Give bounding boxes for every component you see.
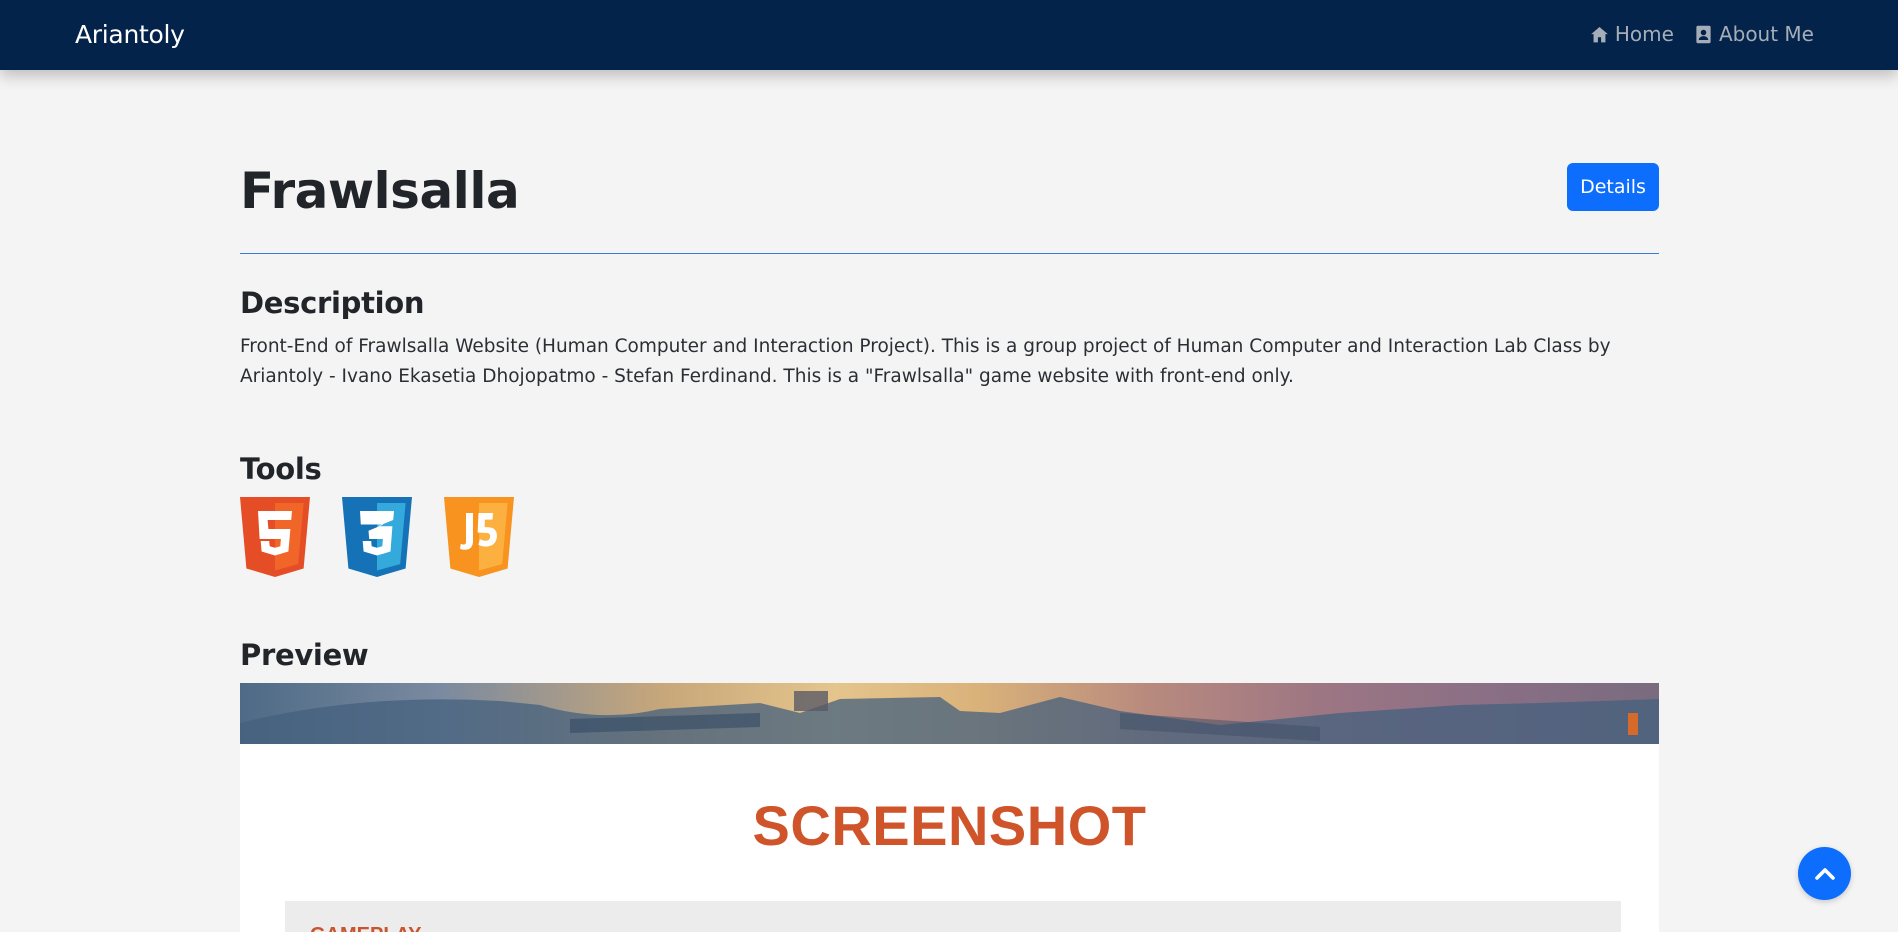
description-text: Front-End of Frawlsalla Website (Human C… [240, 336, 1611, 387]
project-detail-container: Frawlsalla Details Description Front-End… [240, 70, 1659, 932]
brand-link[interactable]: Ariantoly [75, 20, 185, 49]
preview-image: SCREENSHOT GAMEPLAY [240, 683, 1659, 932]
nav-links: Home About Me [1590, 22, 1814, 46]
title-row: Frawlsalla Details [240, 70, 1659, 255]
preview-heading: Preview [240, 638, 369, 672]
gameplay-section: GAMEPLAY [285, 901, 1621, 932]
nav-link-home-label: Home [1614, 22, 1674, 46]
banner-architecture-art [240, 691, 1659, 744]
title-divider [240, 253, 1659, 254]
html5-icon [240, 497, 310, 577]
tools-heading: Tools [240, 452, 322, 486]
nav-link-home[interactable]: Home [1590, 22, 1674, 46]
preview-banner-image [240, 683, 1659, 744]
top-navbar: Ariantoly Home About Me [0, 0, 1898, 70]
page-title: Frawlsalla [240, 162, 520, 220]
screenshot-title: SCREENSHOT [752, 794, 1147, 857]
details-button[interactable]: Details [1567, 163, 1659, 211]
user-card-icon [1696, 25, 1711, 43]
javascript-icon [444, 497, 514, 577]
description-heading: Description [240, 286, 425, 320]
nav-link-about-me-label: About Me [1718, 22, 1814, 46]
css3-icon [342, 497, 412, 577]
chevron-up-icon [1814, 867, 1835, 880]
gameplay-label: GAMEPLAY [310, 924, 422, 932]
back-to-top-button[interactable] [1798, 847, 1851, 900]
nav-link-about-me[interactable]: About Me [1694, 22, 1814, 46]
tools-list [240, 497, 514, 577]
home-icon [1591, 26, 1608, 42]
